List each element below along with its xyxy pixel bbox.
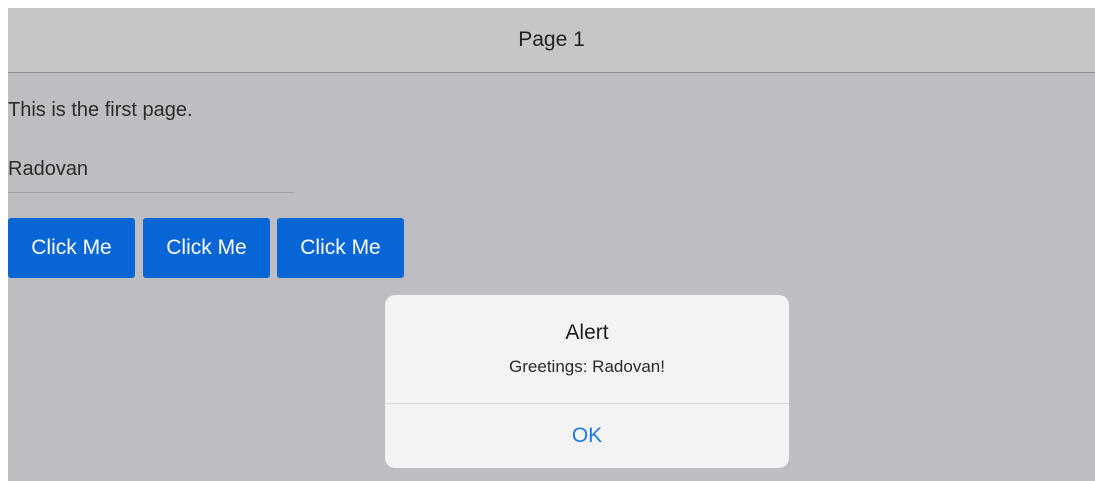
page-description: This is the first page.	[8, 99, 193, 121]
click-me-button-1[interactable]: Click Me	[8, 218, 135, 278]
alert-message: Greetings: Radovan!	[509, 357, 665, 376]
app-page: Page 1 This is the first page. Radovan C…	[8, 8, 1095, 481]
navbar: Page 1	[8, 8, 1095, 73]
click-me-button-2[interactable]: Click Me	[143, 218, 270, 278]
name-input[interactable]: Radovan	[8, 154, 294, 193]
alert-ok-button[interactable]: OK	[385, 404, 789, 468]
click-me-button-3[interactable]: Click Me	[277, 218, 404, 278]
alert-title: Alert	[565, 321, 609, 344]
alert-dialog: Alert Greetings: Radovan! OK	[385, 295, 789, 468]
name-input-value[interactable]: Radovan	[8, 158, 88, 181]
page-title: Page 1	[518, 28, 585, 51]
